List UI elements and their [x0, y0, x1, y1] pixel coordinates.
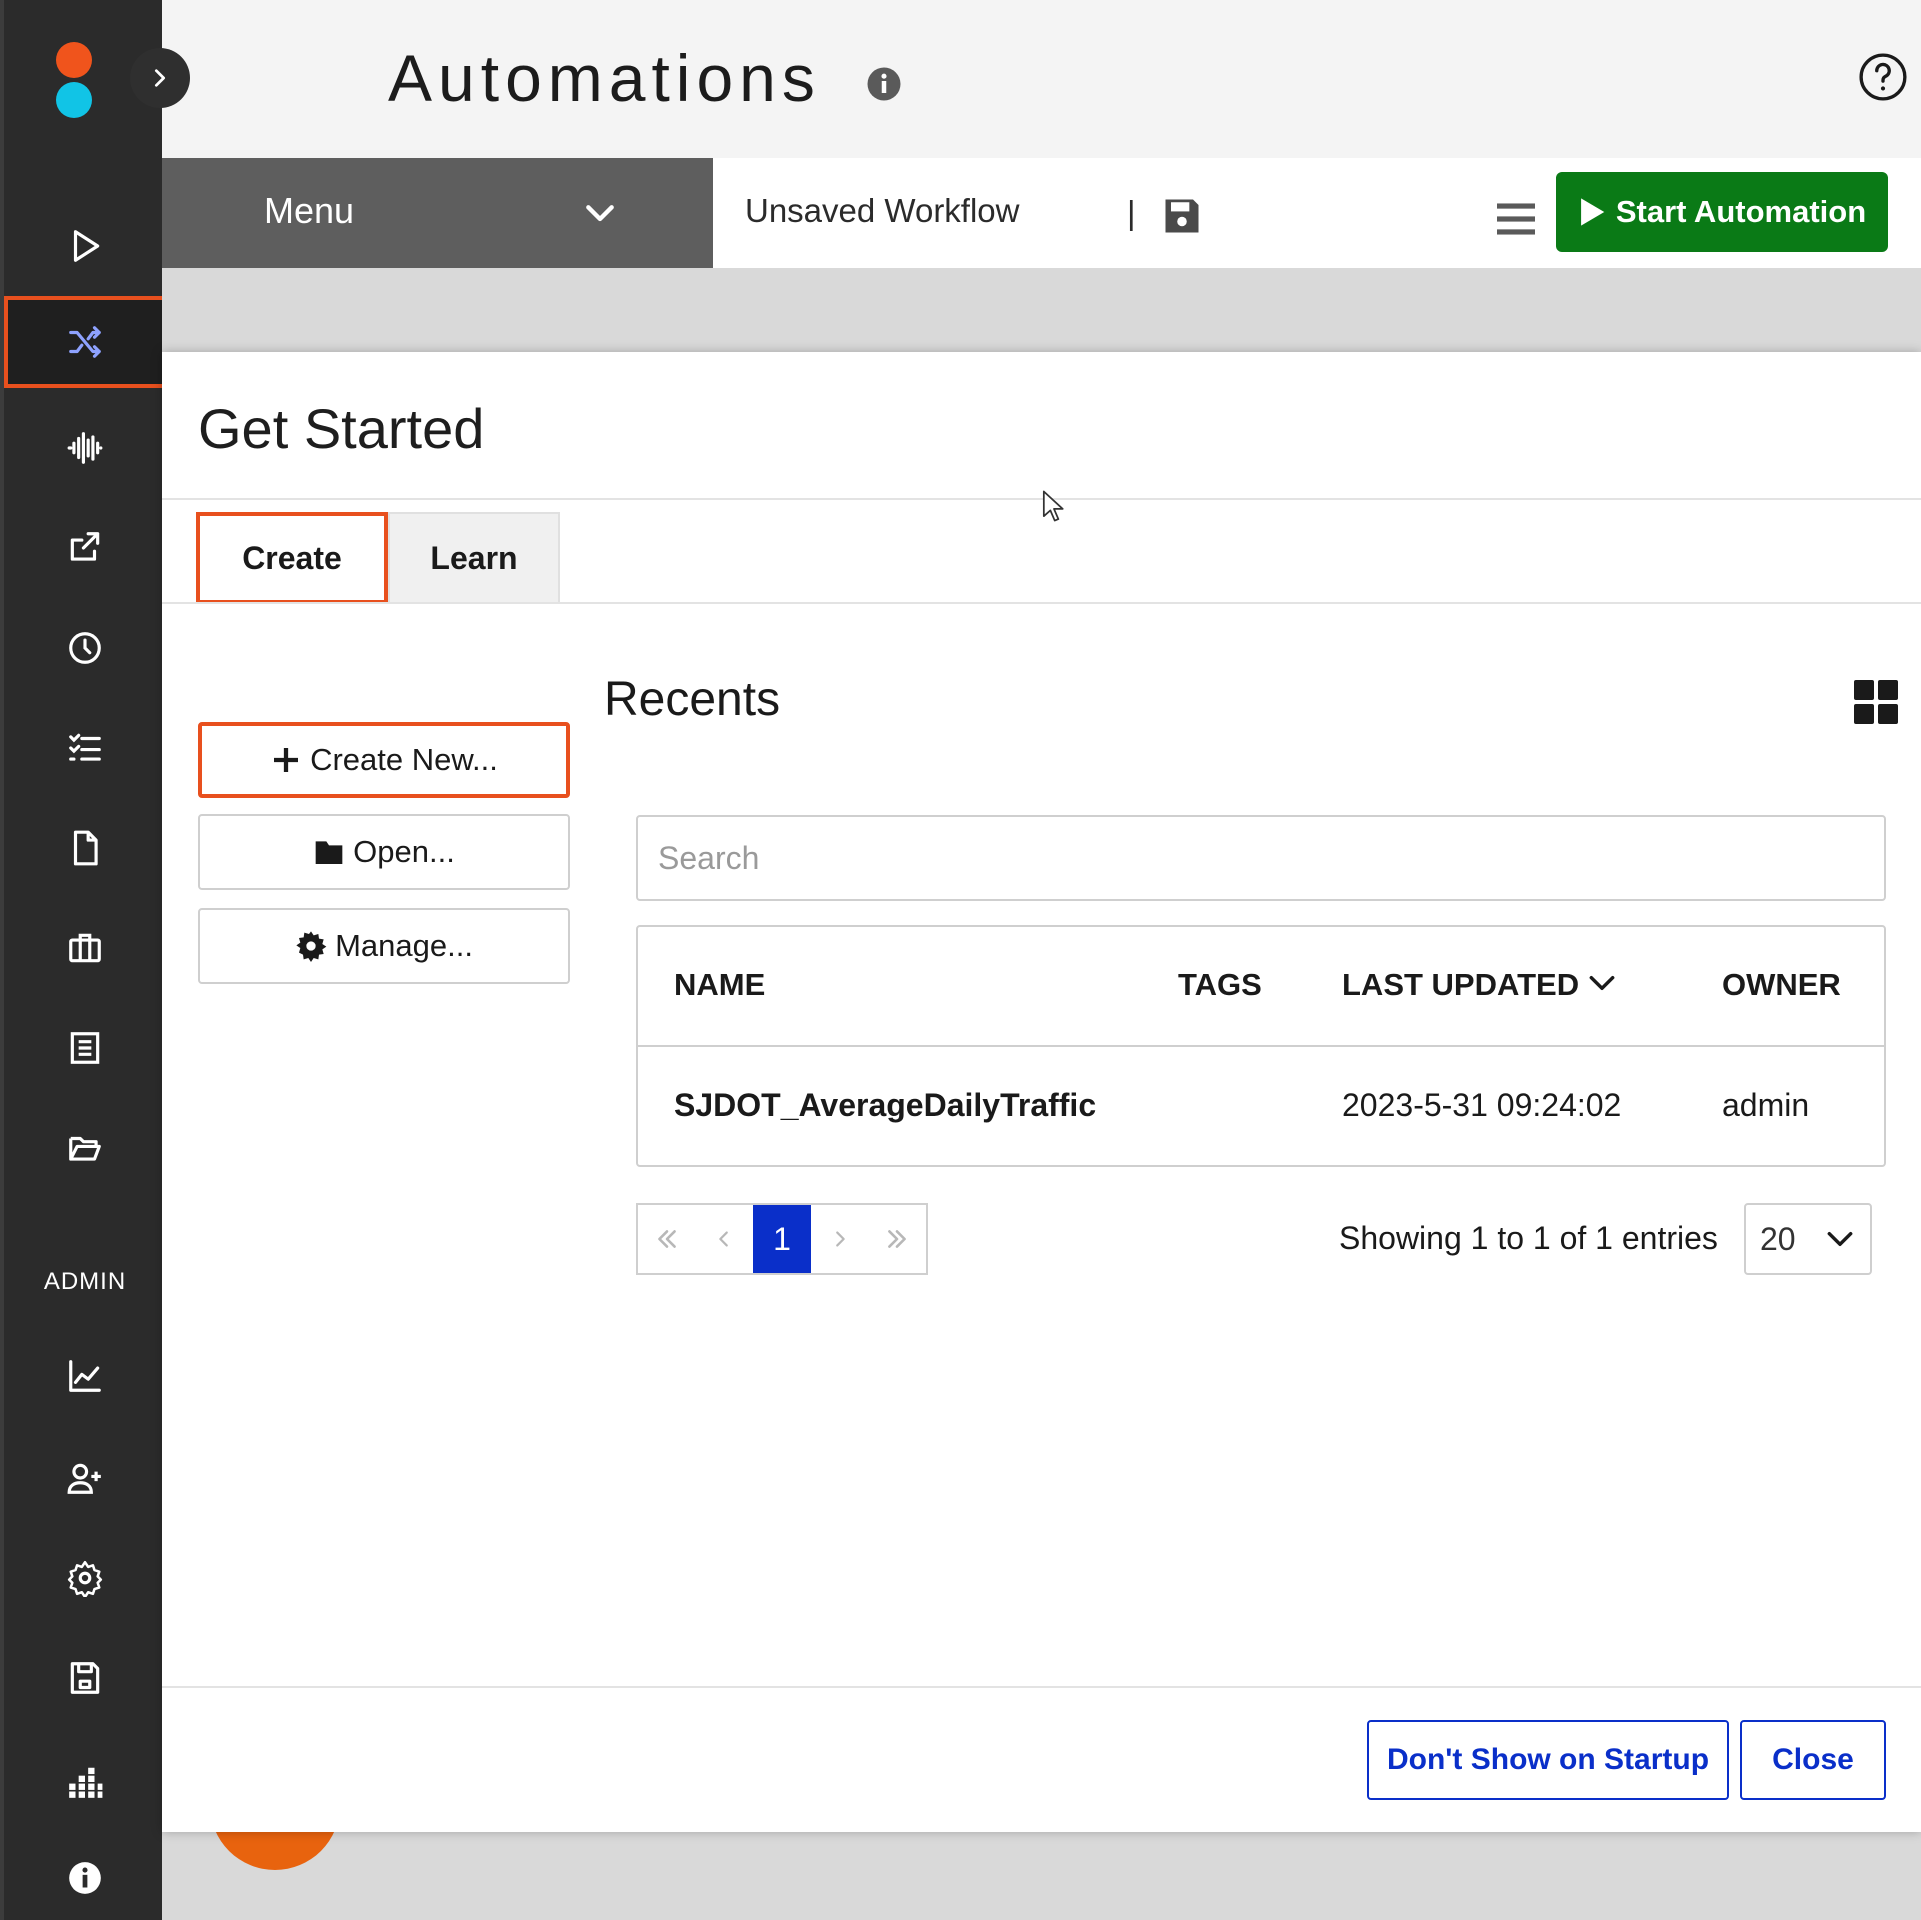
recents-table: NAME TAGS LAST UPDATED OWNER SJDOT_Avera… [636, 925, 1886, 1167]
play-icon [73, 230, 100, 262]
add-user-icon [67, 1463, 101, 1494]
open-button[interactable]: Open... [198, 814, 570, 890]
page-title: Automations [388, 41, 821, 115]
checklist-icon [69, 733, 101, 761]
pagination: 1 [636, 1203, 928, 1275]
get-started-dialog: Get Started Create Learn Create New... O… [162, 352, 1921, 1832]
nav-projects-button[interactable] [4, 902, 166, 994]
chevron-right-icon [835, 1231, 845, 1247]
form-icon [70, 1032, 100, 1064]
chart-icon [69, 1360, 101, 1392]
expand-sidebar-button[interactable] [130, 48, 190, 108]
waveform-icon [67, 432, 103, 464]
search-input[interactable] [636, 815, 1886, 901]
briefcase-icon [69, 933, 101, 963]
nav-forms-button[interactable] [4, 1002, 166, 1094]
menu-dropdown[interactable]: Menu [162, 158, 713, 268]
nav-about-button[interactable] [4, 1848, 166, 1908]
row-last-updated: 2023-5-31 09:24:02 [1342, 1087, 1622, 1123]
first-page-button[interactable] [638, 1205, 696, 1273]
create-new-button[interactable]: Create New... [198, 722, 570, 798]
toolbar-separator: | [1127, 194, 1136, 231]
chevron-left-icon [719, 1231, 729, 1247]
entries-info: Showing 1 to 1 of 1 entries [1339, 1220, 1718, 1256]
row-owner: admin [1722, 1087, 1810, 1123]
double-chevron-right-icon [888, 1230, 907, 1248]
create-new-label: Create New... [310, 742, 498, 777]
document-icon [73, 830, 98, 866]
next-page-button[interactable] [811, 1205, 869, 1273]
tabs-divider [162, 602, 1921, 604]
last-page-button[interactable] [868, 1205, 926, 1273]
nav-backup-button[interactable] [4, 1632, 166, 1724]
shuffle-icon [69, 326, 101, 358]
play-icon [1580, 198, 1605, 226]
column-header-tags[interactable]: TAGS [1178, 967, 1262, 1003]
nav-automations-button[interactable] [4, 296, 166, 388]
tab-learn[interactable]: Learn [388, 512, 560, 604]
workflow-toolbar: Unsaved Workflow | Start Automation [713, 158, 1921, 268]
nav-documents-button[interactable] [4, 802, 166, 894]
manage-label: Manage... [335, 928, 473, 963]
grid-view-icon[interactable] [1852, 678, 1900, 726]
chevron-down-icon [586, 205, 614, 222]
column-header-last-updated[interactable]: LAST UPDATED [1342, 967, 1579, 1003]
folder-open-icon [69, 1136, 101, 1161]
save-icon[interactable] [1160, 194, 1204, 238]
nav-analytics-button[interactable] [4, 1330, 166, 1422]
workflow-name[interactable]: Unsaved Workflow [745, 192, 1020, 230]
chevron-down-icon [1827, 1231, 1853, 1247]
help-icon[interactable] [1858, 52, 1908, 102]
page-size-select[interactable]: 20 [1744, 1203, 1872, 1275]
chevron-right-icon [154, 69, 166, 87]
settings-icon [67, 1560, 103, 1597]
top-header: Automations [162, 0, 1921, 158]
share-icon [70, 532, 100, 561]
row-name[interactable]: SJDOT_AverageDailyTraffic [674, 1087, 1096, 1124]
nav-reports-button[interactable] [4, 1736, 166, 1828]
prev-page-button[interactable] [696, 1205, 754, 1273]
sort-desc-icon[interactable] [1586, 967, 1618, 999]
recents-heading: Recents [604, 673, 781, 726]
close-button[interactable]: Close [1740, 1720, 1886, 1800]
open-label: Open... [353, 834, 455, 869]
info-icon[interactable] [866, 66, 902, 102]
start-automation-label: Start Automation [1615, 194, 1867, 229]
nav-run-button[interactable] [4, 200, 166, 292]
start-automation-button[interactable]: Start Automation [1556, 172, 1888, 252]
nav-tasks-button[interactable] [4, 702, 166, 794]
footer-divider [162, 1686, 1921, 1688]
app-logo [56, 42, 96, 122]
nav-files-button[interactable] [4, 1102, 166, 1194]
grid-chart-icon [69, 1767, 103, 1798]
dialog-title: Get Started [198, 397, 485, 460]
column-header-owner[interactable]: OWNER [1722, 967, 1841, 1003]
page-number-button[interactable]: 1 [753, 1205, 811, 1273]
folder-icon [315, 841, 343, 864]
dont-show-on-startup-button[interactable]: Don't Show on Startup [1367, 1720, 1729, 1800]
hamburger-menu-icon[interactable] [1495, 200, 1537, 238]
gear-icon [296, 931, 327, 962]
save-icon [70, 1662, 100, 1694]
nav-share-button[interactable] [4, 502, 166, 594]
nav-settings-button[interactable] [4, 1532, 166, 1624]
info-icon [69, 1862, 101, 1894]
page-size-value: 20 [1760, 1220, 1796, 1257]
nav-audio-button[interactable] [4, 402, 166, 494]
nav-users-button[interactable] [4, 1432, 166, 1524]
column-header-name[interactable]: NAME [674, 967, 765, 1003]
plus-icon [274, 748, 299, 772]
left-nav-rail: ADMIN [0, 0, 166, 1920]
manage-button[interactable]: Manage... [198, 908, 570, 984]
tab-create[interactable]: Create [196, 512, 388, 604]
nav-history-button[interactable] [4, 602, 166, 694]
menu-label: Menu [264, 190, 355, 231]
double-chevron-left-icon [657, 1230, 676, 1248]
clock-icon [69, 632, 101, 664]
table-header-divider [638, 1045, 1884, 1047]
admin-section-label: ADMIN [43, 1268, 127, 1295]
mouse-cursor-icon [1042, 490, 1064, 522]
